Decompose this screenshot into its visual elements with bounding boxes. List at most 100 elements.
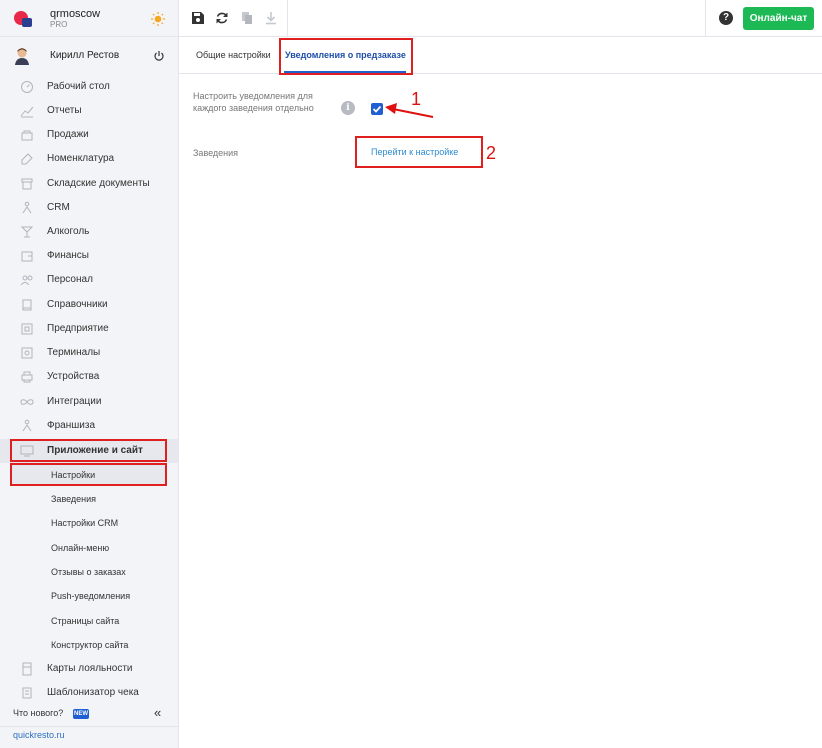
nav-item-franchise[interactable]: Франшиза [0,414,179,438]
receipt-icon [22,687,32,699]
go-to-settings-link[interactable]: Перейти к настройке [371,147,458,157]
per-venue-checkbox[interactable] [371,103,383,115]
staff-icon [20,275,33,286]
sub-item-label: Заведения [51,494,97,504]
sub-item-label: Страницы сайта [51,616,120,626]
infinity-icon [20,399,34,405]
sub-item-site-pages[interactable]: Страницы сайта [0,609,179,633]
avatar[interactable] [14,47,30,65]
nav-item-sales[interactable]: Продажи [0,123,179,147]
tab-bar: Общие настройки Уведомления о предзаказе [179,38,822,75]
nav-item-enterprise[interactable]: Предприятие [0,317,179,341]
collapse-sidebar-icon[interactable]: « [154,705,161,720]
sub-item-label: Настройки [51,470,96,480]
nav-item-label: Карты лояльности [47,663,133,674]
nav-item-label: Алкоголь [47,226,90,237]
sub-item-label: Онлайн-меню [51,543,110,553]
nav-item-label: CRM [47,202,70,213]
tag-icon [21,153,33,165]
sub-item-order-reviews[interactable]: Отзывы о заказах [0,560,179,584]
nav-item-directories[interactable]: Справочники [0,293,179,317]
wallet-icon [21,251,33,262]
power-icon[interactable] [153,50,165,62]
sub-item-label: Настройки CRM [51,518,119,528]
info-icon[interactable]: i [341,101,355,115]
sub-item-online-menu[interactable]: Онлайн-меню [0,536,179,560]
building-icon [21,323,33,335]
copy-icon[interactable] [240,11,254,25]
nav-item-reports[interactable]: Отчеты [0,99,179,123]
nav-item-dashboard[interactable]: Рабочий стол [0,75,179,99]
nav-item-label: Продажи [47,129,89,140]
new-badge: NEW [73,709,89,719]
annotation-arrow-icon [385,103,434,118]
nav-item-label: Складские документы [47,178,150,189]
nav-item-label: Справочники [47,299,108,310]
download-icon[interactable] [264,11,278,25]
nav-item-nomenclature[interactable]: Номенклатура [0,147,179,171]
help-icon[interactable]: ? [719,11,733,25]
user-name[interactable]: Кирилл Рестов [50,50,119,61]
sub-item-venues[interactable]: Заведения [0,487,179,511]
sub-item-site-builder[interactable]: Конструктор сайта [0,633,179,657]
highlight-box [279,38,413,75]
sub-item-label: Конструктор сайта [51,640,129,650]
sub-item-label: Отзывы о заказах [51,567,126,577]
sub-item-crm-settings[interactable]: Настройки CRM [0,511,179,535]
nav-item-terminals[interactable]: Терминалы [0,341,179,365]
nav-item-devices[interactable]: Устройства [0,365,179,389]
cart-icon [21,130,33,141]
plan-label: PRO [50,20,68,29]
highlight-box [10,439,167,462]
venues-label: Заведения [193,148,239,158]
glass-icon [20,226,34,238]
nav-item-label: Франшиза [47,420,96,431]
brand-header: qrmoscow PRO [0,0,179,37]
card-icon [22,662,32,676]
save-icon[interactable] [191,11,205,25]
site-link[interactable]: quickresto.ru [13,730,65,740]
tab-general-settings[interactable]: Общие настройки [196,50,271,60]
people-icon [22,201,32,214]
whats-new-link[interactable]: Что нового? [13,708,63,718]
toolbar-separator [705,0,706,37]
nav-item-crm[interactable]: CRM [0,196,179,220]
nav-item-warehouse[interactable]: Складские документы [0,172,179,196]
footer-divider [0,726,179,727]
network-icon [22,419,32,432]
account-name[interactable]: qrmoscow [50,8,100,20]
nav-item-label: Устройства [47,371,100,382]
sub-item-settings-label-layer: Настройки [0,463,179,487]
toolbar-separator [287,0,288,37]
nav-item-staff[interactable]: Персонал [0,268,179,292]
terminal-icon [21,347,33,359]
sun-icon[interactable] [150,11,166,27]
box-icon [21,178,33,190]
nav-item-label: Рабочий стол [47,81,110,92]
chart-icon [20,106,34,118]
dashboard-icon [21,81,33,93]
printer-icon [21,371,33,383]
nav-item-integrations[interactable]: Интеграции [0,390,179,414]
logo-icon [14,11,32,27]
book-icon [22,299,32,311]
nav-item-label: Отчеты [47,105,82,116]
nav-item-label: Номенклатура [47,153,115,164]
toolbar: ? Онлайн-чат [179,0,822,37]
refresh-icon[interactable] [215,11,229,25]
sub-item-push[interactable]: Push-уведомления [0,584,179,608]
nav-item-label: Предприятие [47,323,109,334]
annotation-number: 2 [486,143,497,163]
nav-item-receipt-template[interactable]: Шаблонизатор чека [0,681,179,705]
nav-item-finance[interactable]: Финансы [0,244,179,268]
nav-item-loyalty-cards[interactable]: Карты лояльности [0,657,179,681]
nav-item-alcohol[interactable]: Алкоголь [0,220,179,244]
annotation-number: 1 [411,89,422,109]
sidebar: qrmoscow PRO Кирилл Рестов Рабочий стол [0,0,179,748]
sub-item-label: Push-уведомления [51,591,131,601]
nav-item-label: Шаблонизатор чека [47,687,139,698]
nav-item-label: Терминалы [47,347,101,358]
setting-label: Настроить уведомления для каждого заведе… [193,91,314,113]
online-chat-button[interactable]: Онлайн-чат [743,7,814,30]
user-block: Кирилл Рестов [0,37,179,75]
